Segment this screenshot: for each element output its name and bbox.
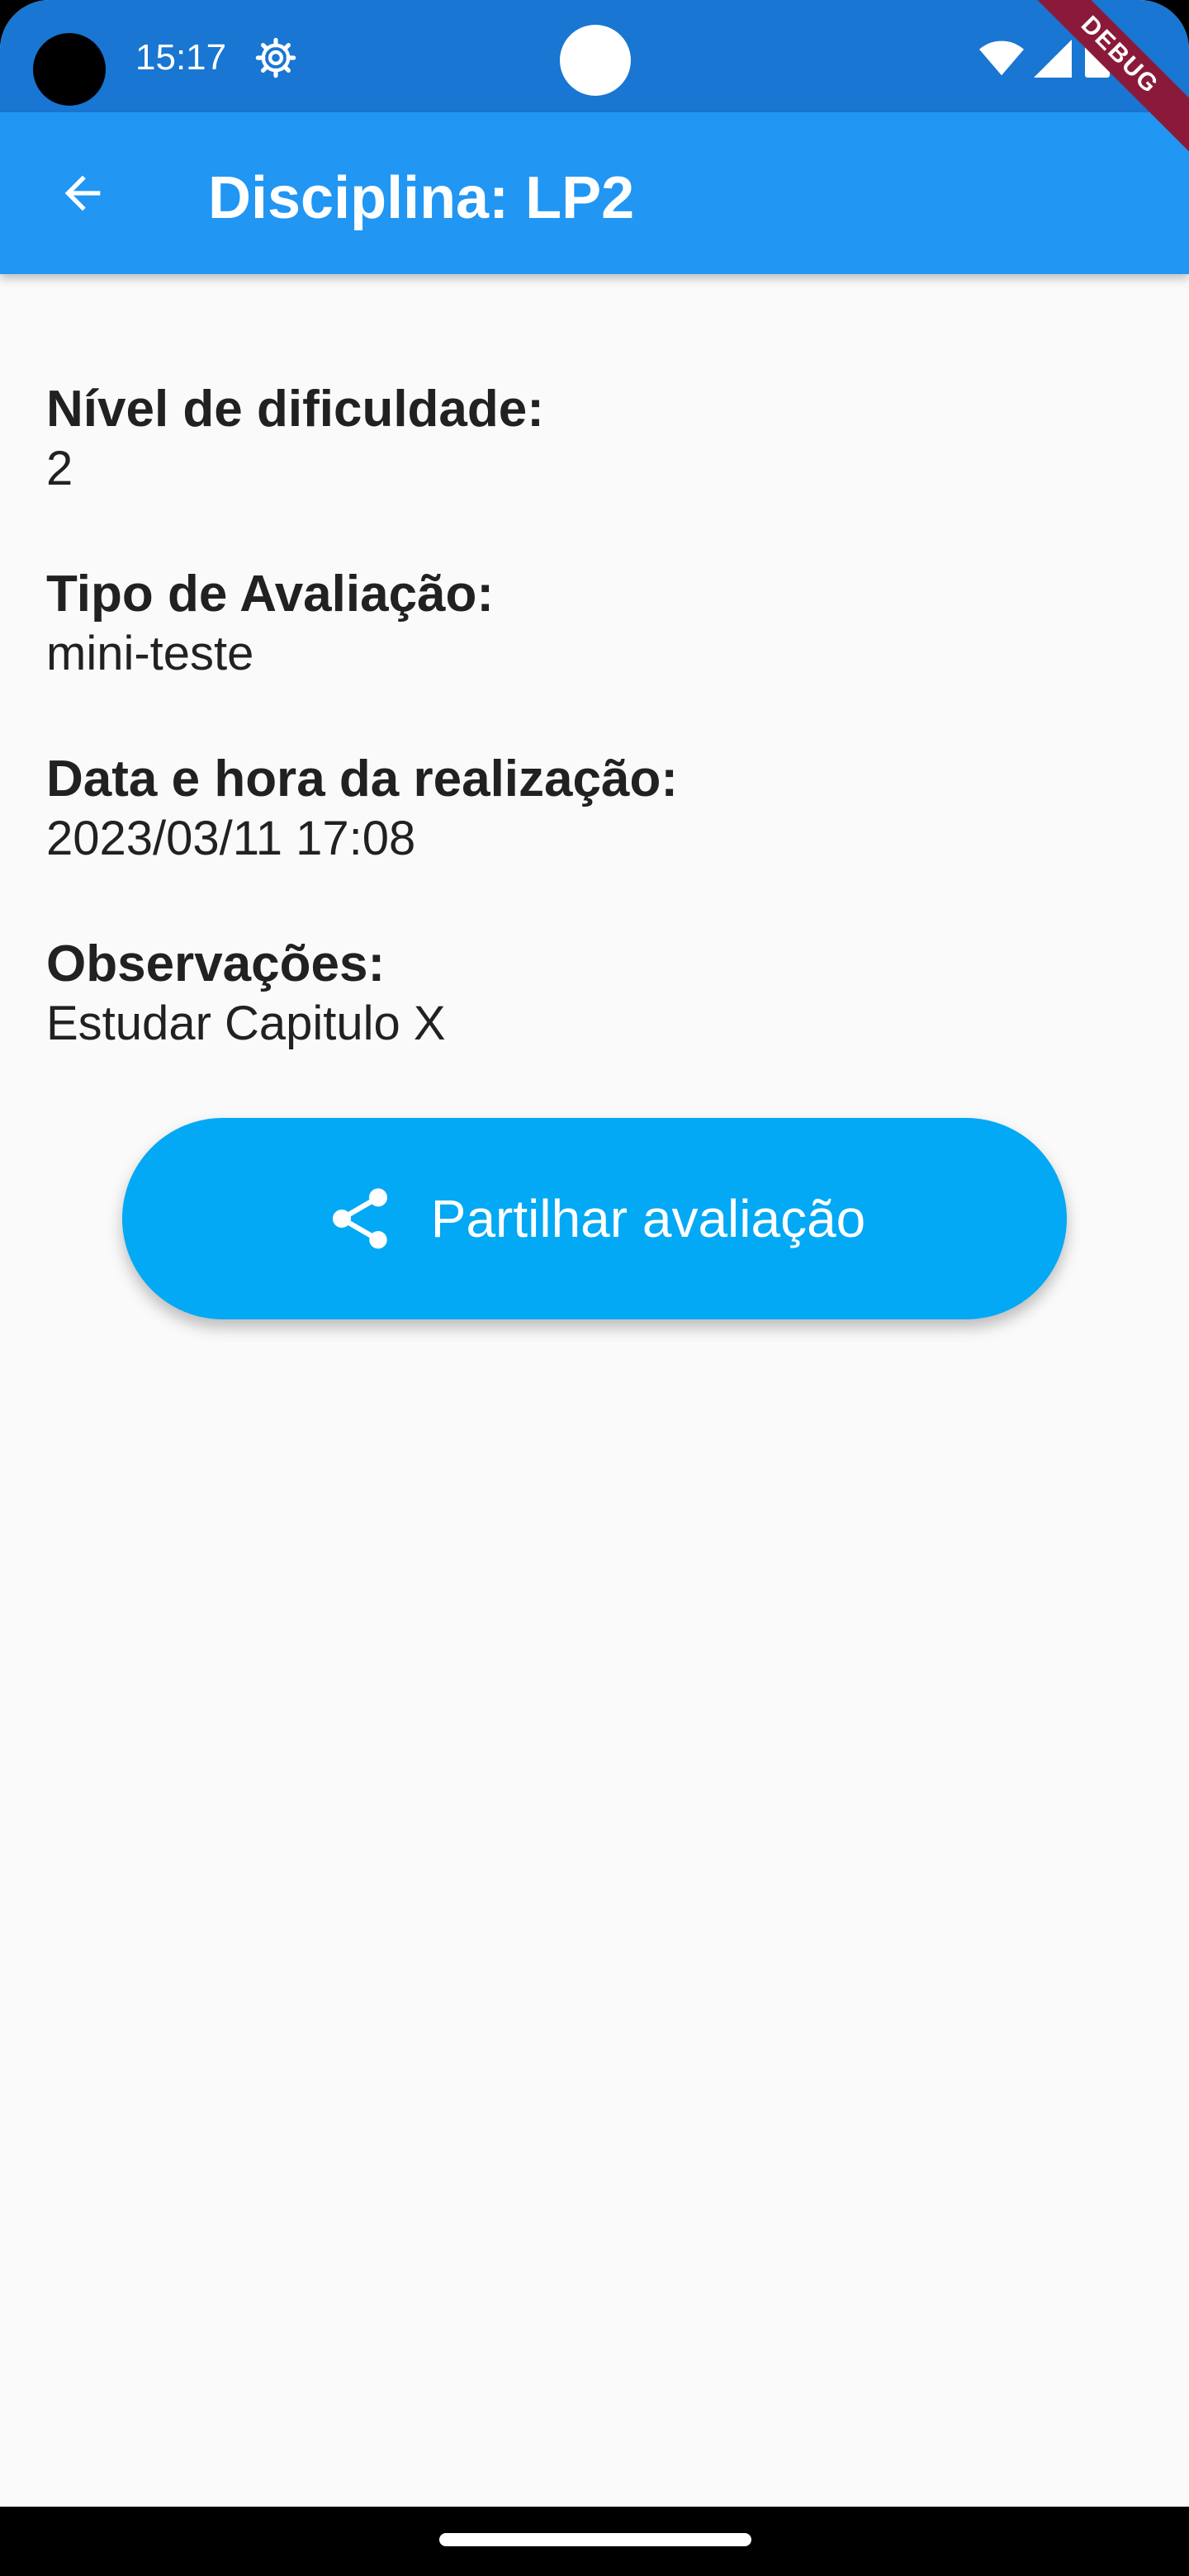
detail-label: Observações: <box>46 935 386 992</box>
status-time: 15:17 <box>135 37 227 78</box>
home-gesture-handle[interactable] <box>439 2533 751 2546</box>
detail-difficulty: Nível de dificuldade: 2 <box>46 380 544 499</box>
detail-datetime: Data e hora da realização: 2023/03/11 17… <box>46 750 678 869</box>
detail-value: 2023/03/11 17:08 <box>46 812 416 865</box>
signal-icon <box>1034 40 1072 78</box>
detail-label: Data e hora da realização: <box>46 751 678 807</box>
share-evaluation-button[interactable]: Partilhar avaliação <box>122 1118 1067 1319</box>
detail-label: Tipo de Avaliação: <box>46 566 495 623</box>
camera-cutout <box>33 33 106 106</box>
wifi-icon <box>979 40 1024 76</box>
detail-value: mini-teste <box>46 627 254 680</box>
detail-evaluation-type: Tipo de Avaliação: mini-teste <box>46 565 494 684</box>
back-button[interactable] <box>43 154 122 233</box>
arrow-back-icon <box>64 175 101 211</box>
settings-gear-icon <box>255 37 296 78</box>
front-camera-indicator <box>560 25 631 96</box>
detail-observations: Observações: Estudar Capitulo X <box>46 935 446 1054</box>
app-bar: Disciplina: LP2 <box>0 112 1189 274</box>
share-icon <box>332 1188 387 1249</box>
device-screen: 15:17 DEBUG Disciplina: LP2 Nível de dif… <box>0 0 1189 2576</box>
detail-label: Nível de dificuldade: <box>46 381 544 438</box>
page-title: Disciplina: LP2 <box>208 165 635 231</box>
status-bar: 15:17 <box>0 0 1189 112</box>
share-button-label: Partilhar avaliação <box>430 1189 866 1248</box>
navigation-bar <box>0 2507 1189 2576</box>
detail-value: Estudar Capitulo X <box>46 997 446 1050</box>
detail-value: 2 <box>46 442 73 495</box>
